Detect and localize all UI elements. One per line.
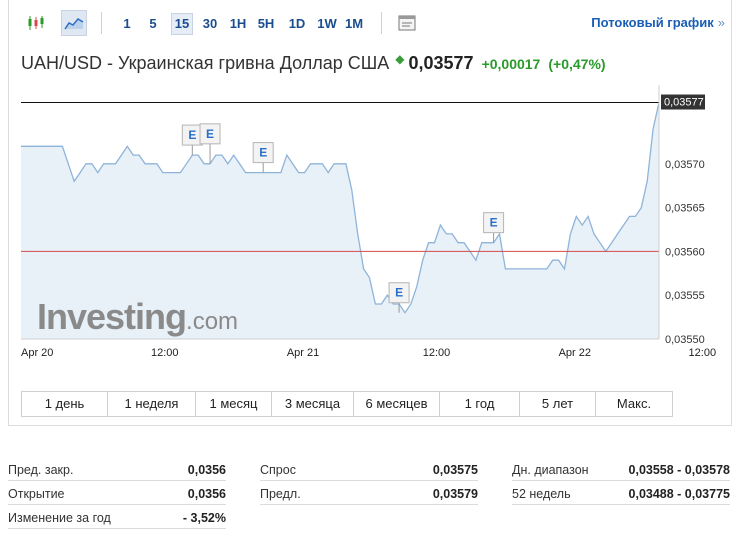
streaming-chart-link-label: Потоковый график [591,15,714,30]
stats-row: Пред. закр. 0,0356 [8,459,226,481]
period-button[interactable]: 1 неделя [108,392,196,416]
timeframe-1m[interactable]: 1M [342,13,366,35]
chevron-right-icon: » [717,15,725,30]
candlestick-chart-icon[interactable] [23,10,49,36]
price-change-percent: (+0,47%) [548,56,606,72]
pair-title: UAH/USD - Украинская гривна Доллар США [21,53,390,73]
stats-value: 0,03575 [432,463,478,477]
watermark-suffix: .com [186,308,239,335]
chart-toolbar: 1 5 15 30 1H 5H 1D 1W 1M Потоковый график» [9,8,731,38]
chart-window-icon[interactable] [394,10,420,36]
period-selector: 1 день 1 неделя 1 месяц 3 месяца 6 месяцев 1 … [21,391,673,417]
watermark-brand: Investing [37,296,187,337]
timeframe-15[interactable]: 15 [171,13,193,35]
period-button[interactable]: 1 год [440,392,520,416]
stats-label: Дн. диапазон [512,463,589,477]
stats-label: Пред. закр. [8,463,74,477]
timeframe-1h[interactable]: 1H [227,13,249,35]
event-marker-label: E [206,127,214,141]
stats-label: Изменение за год [8,511,111,525]
x-tick-label: 12:00 [151,347,179,359]
price-change: +0,00017 [481,56,541,72]
stats-label: 52 недель [512,487,571,501]
stats-value: 0,03488 - 0,03775 [628,487,730,501]
stats-value: 0,03579 [432,487,478,501]
period-button[interactable]: 3 месяца [272,392,354,416]
y-tick-label: 0,03565 [665,203,705,215]
x-tick-label: Apr 21 [287,347,319,359]
period-button[interactable]: 1 месяц [196,392,272,416]
investing-watermark: Investing.com [37,296,238,338]
period-button[interactable]: 6 месяцев [354,392,440,416]
x-tick-label: 12:00 [689,347,717,359]
stats-value: 0,0356 [187,463,226,477]
timeframe-1d[interactable]: 1D [285,13,309,35]
stats-row: Предл. 0,03579 [260,483,478,505]
stats-value: 0,0356 [187,487,226,501]
event-marker-label: E [395,286,403,300]
x-tick-label: 12:00 [423,347,451,359]
event-marker-label: E [259,146,267,160]
stats-value: 0,03558 - 0,03578 [628,463,730,477]
area-chart-icon[interactable] [61,10,87,36]
y-tick-label: 0,03550 [665,334,705,346]
stats-row: Дн. диапазон 0,03558 - 0,03578 [512,459,730,481]
last-price: 0,03577 [408,53,474,73]
period-button[interactable]: 5 лет [520,392,596,416]
y-tick-label: 0,03555 [665,290,705,302]
instrument-header: UAH/USD - Украинская гривна Доллар США ◆ 0… [21,52,606,74]
timeframe-1w[interactable]: 1W [315,13,339,35]
stats-row: Изменение за год - 3,52% [8,507,226,529]
last-price-tag-text: 0,03577 [664,97,704,109]
y-tick-label: 0,03570 [665,159,705,171]
streaming-chart-link[interactable]: Потоковый график» [591,15,725,30]
stats-label: Предл. [260,487,301,501]
period-button[interactable]: Макс. [596,392,672,416]
stats-label: Спрос [260,463,296,477]
toolbar-separator [381,12,382,34]
x-tick-label: Apr 20 [21,347,53,359]
stats-label: Открытие [8,487,65,501]
stats-row: Открытие 0,0356 [8,483,226,505]
stats-row: Спрос 0,03575 [260,459,478,481]
timeframe-5[interactable]: 5 [145,13,161,35]
event-marker-label: E [188,128,196,142]
timeframe-5h[interactable]: 5H [255,13,277,35]
timeframe-30[interactable]: 30 [199,13,221,35]
stats-value: - 3,52% [182,511,226,525]
live-indicator-icon: ◆ [395,52,405,66]
stats-row: 52 недель 0,03488 - 0,03775 [512,483,730,505]
toolbar-separator [101,12,102,34]
event-marker-label: E [490,216,498,230]
x-tick-label: Apr 22 [559,347,591,359]
period-button[interactable]: 1 день [22,392,108,416]
y-tick-label: 0,03560 [665,246,705,258]
chart-widget: 1 5 15 30 1H 5H 1D 1W 1M Потоковый график» UAH/U… [8,0,732,426]
timeframe-1[interactable]: 1 [119,13,135,35]
